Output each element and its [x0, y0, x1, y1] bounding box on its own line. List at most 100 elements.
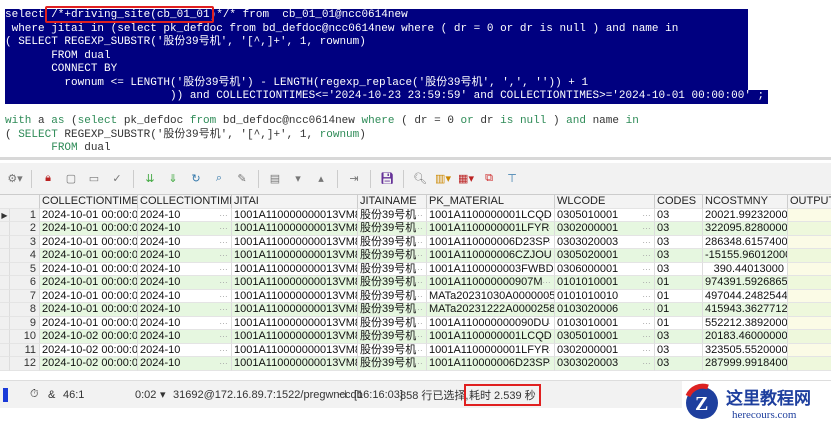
column-header-ncostmny[interactable]: NCOSTMNY	[703, 195, 788, 209]
cell-editor-button[interactable]: …	[542, 317, 551, 328]
cell-editor-button[interactable]: …	[642, 249, 651, 260]
cell-outputn[interactable]	[788, 208, 831, 222]
add-record-icon[interactable]: ▢	[64, 172, 78, 186]
cell-editor-button[interactable]: …	[414, 263, 423, 274]
table-row[interactable]: 11 2024-10-02 00:00:00 2024-10… 1001A110000…	[0, 343, 831, 357]
row-number[interactable]: 5	[10, 262, 40, 276]
cell-jitainame[interactable]: 股份39号机…	[358, 262, 427, 276]
cell-editor-button[interactable]: …	[642, 290, 651, 301]
column-header-outputn[interactable]: OUTPUTN	[788, 195, 831, 209]
sql-editor[interactable]: select /*+driving_site(cb_01_01)*/* from…	[0, 0, 831, 160]
cell-editor-button[interactable]: …	[345, 249, 354, 260]
cell-editor-button[interactable]: …	[345, 317, 354, 328]
cell-editor-button[interactable]: …	[642, 357, 651, 368]
cell-wlcode[interactable]: 0101010010…	[555, 289, 655, 303]
cell-collectiontime[interactable]: 2024-10…	[138, 276, 232, 290]
cell-editor-button[interactable]: …	[219, 249, 228, 260]
cell-outputn[interactable]	[788, 235, 831, 249]
cell-pk_material[interactable]: 1001A1100000003FWBD…	[427, 262, 555, 276]
cell-editor-button[interactable]: …	[414, 344, 423, 355]
cell-jitai[interactable]: 1001A110000000013VM8…	[232, 316, 358, 330]
cell-editor-button[interactable]: …	[542, 357, 551, 368]
sql-line-selected[interactable]: FROM dual	[5, 49, 748, 63]
cell-wlcode[interactable]: 0302000001…	[555, 222, 655, 236]
row-number[interactable]: 2	[10, 222, 40, 236]
cell-editor-button[interactable]: …	[219, 263, 228, 274]
cell-editor-button[interactable]: …	[219, 357, 228, 368]
cell-editor-button[interactable]: …	[414, 303, 423, 314]
sql-line[interactable]: FROM dual	[5, 142, 115, 156]
cell-wlcode[interactable]: 0103020006…	[555, 303, 655, 317]
cell-editor-button[interactable]: …	[414, 330, 423, 341]
export-icon[interactable]: ⇥	[347, 172, 361, 186]
cell-pk_material[interactable]: MATa20231030A0000005…	[427, 289, 555, 303]
cell-editor-button[interactable]: …	[414, 236, 423, 247]
cell-jitai[interactable]: 1001A110000000013VM8…	[232, 343, 358, 357]
table-row[interactable]: 2 2024-10-01 00:00:00 2024-10… 1001A1100000…	[0, 222, 831, 236]
table-row[interactable]: 3 2024-10-01 00:00:00 2024-10… 1001A1100000…	[0, 235, 831, 249]
compare-icon[interactable]: ⧉	[482, 172, 496, 186]
cell-collectiontime[interactable]: 2024-10…	[138, 303, 232, 317]
cell-editor-button[interactable]: …	[642, 276, 651, 287]
cell-ncostmny[interactable]: 20183.46000000	[703, 330, 788, 344]
cell-collectiontime[interactable]: 2024-10…	[138, 357, 232, 371]
column-header-jitai[interactable]: JITAI	[232, 195, 358, 209]
sql-line-selected[interactable]: )) and COLLECTIONTIMES<='2024-10-23 23:5…	[5, 90, 769, 104]
cell-collectiontime[interactable]: 2024-10…	[138, 249, 232, 263]
cell-codes[interactable]: 01	[655, 289, 703, 303]
cell-collectiontimes[interactable]: 2024-10-01 00:00:00	[40, 208, 138, 222]
cell-ncostmny[interactable]: 286348.61574000	[703, 235, 788, 249]
cell-pk_material[interactable]: 1001A110000006CZJOU…	[427, 249, 555, 263]
cell-editor-button[interactable]: …	[642, 317, 651, 328]
cell-jitai[interactable]: 1001A110000000013VM8…	[232, 262, 358, 276]
cell-outputn[interactable]	[788, 343, 831, 357]
cell-codes[interactable]: 03	[655, 222, 703, 236]
cell-editor-button[interactable]: …	[414, 276, 423, 287]
cell-jitainame[interactable]: 股份39号机…	[358, 303, 427, 317]
cell-editor-button[interactable]: …	[642, 303, 651, 314]
fetch-next-icon[interactable]: ⇊	[143, 172, 157, 186]
cell-jitainame[interactable]: 股份39号机…	[358, 276, 427, 290]
cell-jitai[interactable]: 1001A110000000013VM8…	[232, 330, 358, 344]
cell-jitainame[interactable]: 股份39号机…	[358, 316, 427, 330]
cell-ncostmny[interactable]: 322095.82800000	[703, 222, 788, 236]
cell-collectiontime[interactable]: 2024-10…	[138, 316, 232, 330]
cell-collectiontime[interactable]: 2024-10…	[138, 330, 232, 344]
cell-editor-button[interactable]: …	[542, 263, 551, 274]
cell-pk_material[interactable]: 1001A110000006D23SP…	[427, 357, 555, 371]
cell-ncostmny[interactable]: 390.44013000	[703, 262, 788, 276]
table-view-icon[interactable]: ▦▾	[458, 172, 474, 186]
cell-editor-button[interactable]: …	[219, 276, 228, 287]
cell-editor-button[interactable]: …	[542, 236, 551, 247]
cell-editor-button[interactable]: …	[219, 236, 228, 247]
cell-codes[interactable]: 01	[655, 276, 703, 290]
cell-outputn[interactable]	[788, 276, 831, 290]
table-row[interactable]: 10 2024-10-02 00:00:00 2024-10… 1001A110000…	[0, 330, 831, 344]
cell-collectiontimes[interactable]: 2024-10-01 00:00:00	[40, 276, 138, 290]
cell-pk_material[interactable]: 1001A110000000907M…	[427, 276, 555, 290]
cell-pk_material[interactable]: MATa20231222A0000258…	[427, 303, 555, 317]
sql-line-selected[interactable]: CONNECT BY	[5, 63, 748, 77]
cell-codes[interactable]: 03	[655, 330, 703, 344]
cell-jitai[interactable]: 1001A110000000013VM8…	[232, 276, 358, 290]
cell-wlcode[interactable]: 0303020003…	[555, 357, 655, 371]
row-number[interactable]: 3	[10, 235, 40, 249]
row-number[interactable]: 11	[10, 343, 40, 357]
table-row[interactable]: 4 2024-10-01 00:00:00 2024-10… 1001A1100000…	[0, 249, 831, 263]
cell-editor-button[interactable]: …	[542, 344, 551, 355]
cell-jitai[interactable]: 1001A110000000013VM8…	[232, 235, 358, 249]
cell-editor-button[interactable]: …	[642, 236, 651, 247]
column-header-jitainame[interactable]: JITAINAME	[358, 195, 427, 209]
lock-icon[interactable]: 🔒︎	[41, 172, 55, 186]
cell-outputn[interactable]	[788, 289, 831, 303]
cell-ncostmny[interactable]: 20021.99232000	[703, 208, 788, 222]
column-header-codes[interactable]: CODES	[655, 195, 703, 209]
cell-jitai[interactable]: 1001A110000000013VM8…	[232, 303, 358, 317]
cell-editor-button[interactable]: …	[542, 249, 551, 260]
column-header-wlcode[interactable]: WLCODE	[555, 195, 655, 209]
cell-codes[interactable]: 03	[655, 343, 703, 357]
cell-editor-button[interactable]: …	[219, 290, 228, 301]
cell-collectiontimes[interactable]: 2024-10-01 00:00:00	[40, 262, 138, 276]
cell-editor-button[interactable]: …	[219, 209, 228, 220]
cell-editor-button[interactable]: …	[345, 236, 354, 247]
